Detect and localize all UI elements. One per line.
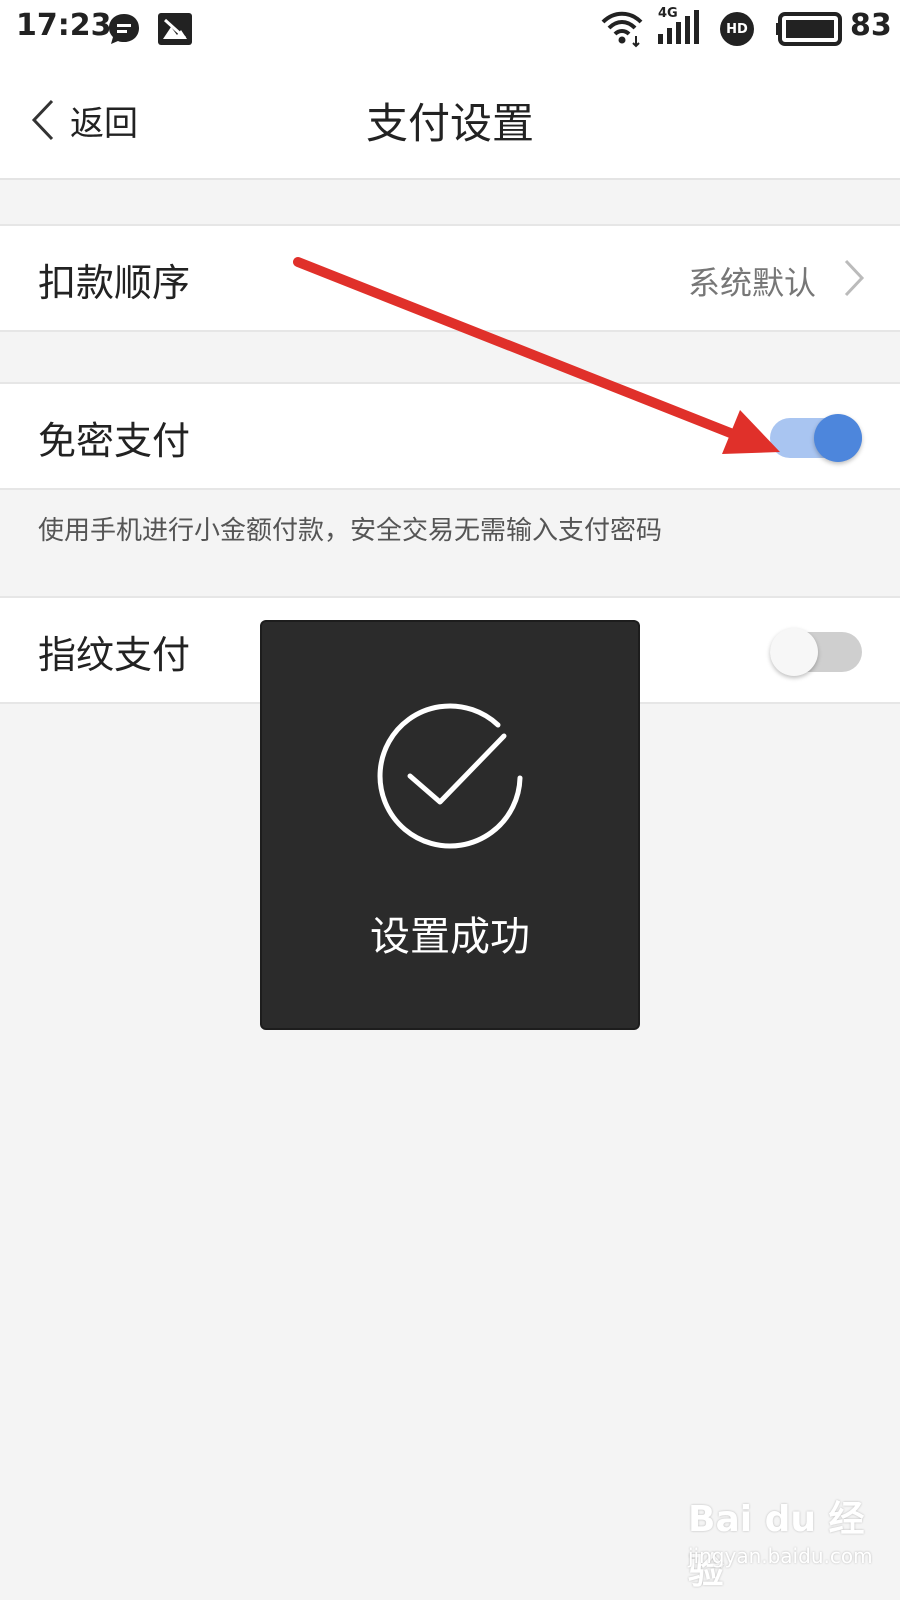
toast-message: 设置成功	[370, 914, 530, 960]
image-app-icon	[158, 13, 192, 45]
check-circle-icon	[377, 703, 523, 849]
password-free-payment-row: 免密支付	[0, 382, 900, 490]
success-toast: 设置成功	[262, 622, 638, 1028]
password-free-payment-description: 使用手机进行小金额付款，安全交易无需输入支付密码	[38, 516, 663, 546]
fingerprint-payment-toggle[interactable]	[770, 628, 862, 676]
deduction-order-row[interactable]: 扣款顺序 系统默认	[0, 224, 900, 332]
toggle-knob	[770, 628, 818, 676]
watermark-brand: Bai du 经验	[688, 1499, 865, 1592]
fingerprint-payment-label: 指纹支付	[38, 633, 191, 677]
chat-bubble-icon	[109, 14, 139, 44]
watermark-url: jingyan.baidu.com	[688, 1544, 873, 1568]
watermark: Bai du 经验 jingyan.baidu.com	[688, 1490, 888, 1592]
password-free-payment-label: 免密支付	[38, 419, 191, 463]
signal-4g-icon: 4G	[656, 6, 704, 48]
hd-label: HD	[726, 21, 748, 37]
battery-icon	[776, 12, 842, 46]
page-title: 支付设置	[365, 99, 534, 148]
battery-level: 83	[850, 8, 892, 43]
chevron-right-icon	[844, 259, 865, 297]
nav-bar: 返回 支付设置	[0, 60, 900, 180]
hd-icon: HD	[720, 12, 754, 46]
deduction-order-value: 系统默认	[687, 264, 816, 302]
wifi-icon	[601, 11, 643, 48]
status-bar: 17:23 4G HD 83	[0, 0, 900, 60]
deduction-order-label: 扣款顺序	[38, 261, 191, 305]
status-time: 17:23	[16, 8, 112, 43]
password-free-payment-toggle[interactable]	[770, 414, 862, 462]
toggle-knob	[814, 414, 862, 462]
